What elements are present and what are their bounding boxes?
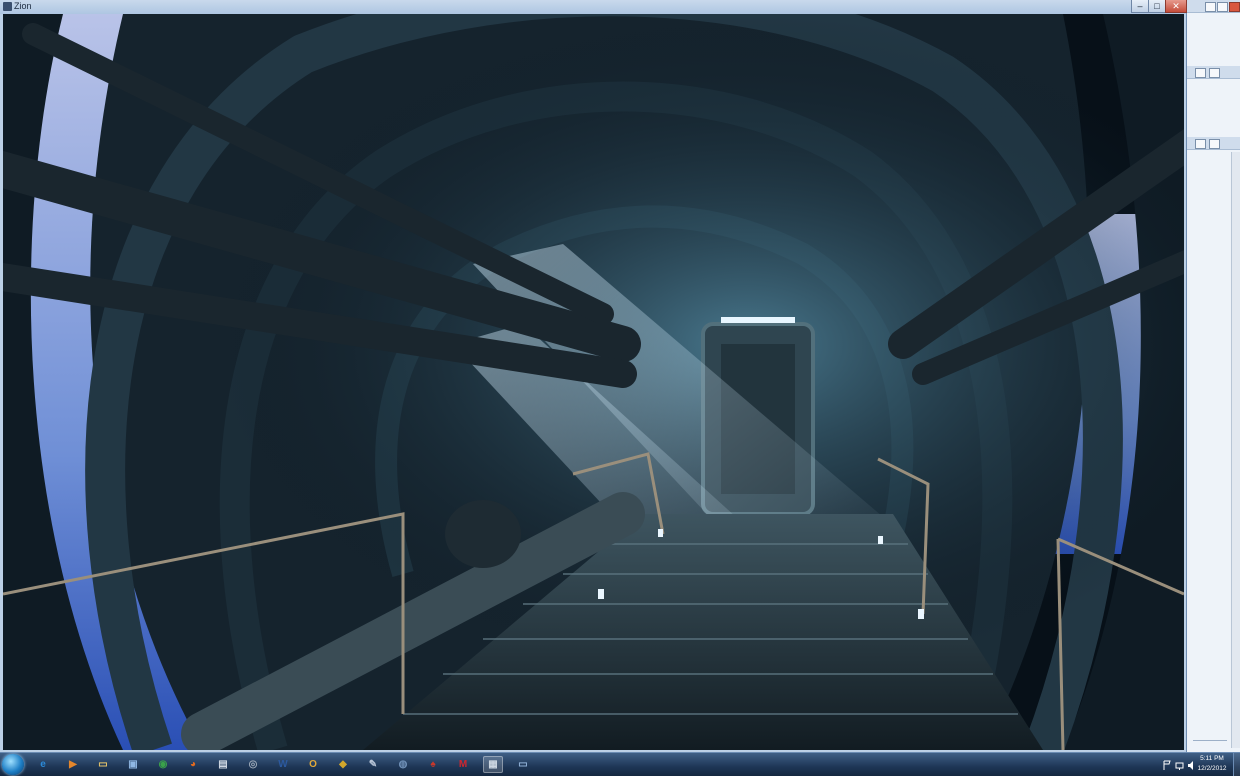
paint-icon[interactable]: ✎: [363, 756, 383, 773]
word-icon[interactable]: W: [273, 756, 293, 773]
clock-time: 5:11 PM: [1200, 755, 1224, 762]
firefox-icon[interactable]: ◕: [183, 756, 203, 773]
background-close-button[interactable]: [1229, 2, 1240, 12]
game-viewport[interactable]: [3, 14, 1184, 750]
notepad-icon[interactable]: ▤: [213, 756, 233, 773]
window-titlebar[interactable]: Zion – □ ✕: [0, 0, 1187, 14]
m-app-icon[interactable]: M: [453, 756, 473, 773]
background-panel-button-2[interactable]: [1209, 139, 1220, 149]
background-toolbar-button-2[interactable]: [1209, 68, 1220, 78]
clock-date: 12/2/2012: [1197, 765, 1227, 772]
taskbar: e ▶ ▭ ▣ ◉ ◕ ▤ ◎ W O ◆ ✎ ◍ ♠ M ▦ ▭ 5:11 PM 12/2/2012: [0, 752, 1240, 776]
eye-app-icon[interactable]: ◎: [243, 756, 263, 773]
internet-explorer-icon[interactable]: e: [33, 756, 53, 773]
chrome-icon[interactable]: ◉: [153, 756, 173, 773]
close-button[interactable]: ✕: [1165, 0, 1187, 13]
outlook-icon[interactable]: O: [303, 756, 323, 773]
minimize-button[interactable]: –: [1131, 0, 1149, 13]
background-zoom-slider[interactable]: [1193, 740, 1227, 749]
game-window[interactable]: Zion – □ ✕: [0, 0, 1187, 752]
background-toolbar-button-1[interactable]: [1195, 68, 1206, 78]
network-icon[interactable]: [1175, 758, 1184, 770]
show-desktop-button[interactable]: [1233, 753, 1240, 776]
space-station-corridor-scene: [3, 14, 1184, 750]
start-button[interactable]: [2, 754, 24, 775]
window-title: Zion: [14, 1, 32, 11]
app-icon: [3, 2, 12, 11]
background-minimize-button[interactable]: [1205, 2, 1216, 12]
steam-icon[interactable]: ◍: [393, 756, 413, 773]
clock[interactable]: 5:11 PM 12/2/2012: [1192, 754, 1232, 774]
photo-viewer-icon[interactable]: ▣: [123, 756, 143, 773]
media-player-icon[interactable]: ▶: [63, 756, 83, 773]
game-icon[interactable]: ◆: [333, 756, 353, 773]
background-maximize-button[interactable]: [1217, 2, 1228, 12]
window-app-icon[interactable]: ▭: [513, 756, 533, 773]
background-panel-button-1[interactable]: [1195, 139, 1206, 149]
background-window[interactable]: [1186, 0, 1240, 752]
file-explorer-icon[interactable]: ▭: [93, 756, 113, 773]
flag-icon[interactable]: [1163, 758, 1172, 770]
maximize-button[interactable]: □: [1148, 0, 1166, 13]
zion-app-icon[interactable]: ▦: [483, 756, 503, 773]
background-scrollbar[interactable]: [1231, 152, 1240, 748]
devil-app-icon[interactable]: ♠: [423, 756, 443, 773]
